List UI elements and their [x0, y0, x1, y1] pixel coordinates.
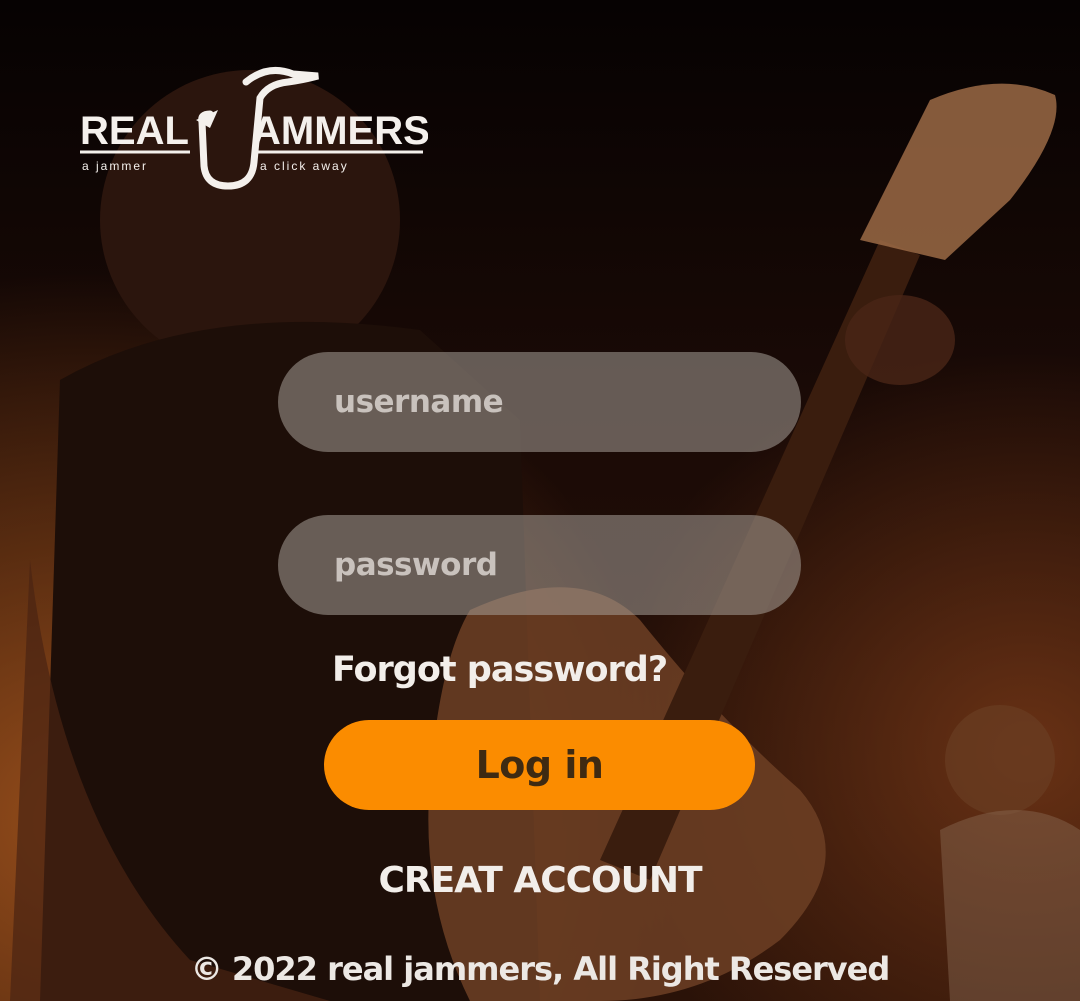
password-input[interactable]: password	[278, 515, 801, 615]
login-button[interactable]: Log in	[324, 720, 755, 810]
logo-tagline-left: a jammer	[82, 159, 148, 173]
login-button-label: Log in	[475, 743, 604, 787]
forgot-password-link[interactable]: Forgot password?	[332, 650, 668, 690]
brand-logo: REAL AMMERS a jammer a click away	[78, 62, 430, 192]
logo-text-left: REAL	[80, 109, 189, 153]
username-input[interactable]: username	[278, 352, 801, 452]
copyright-footer: © 2022 real jammers, All Right Reserved	[190, 950, 891, 988]
password-placeholder: password	[334, 547, 498, 583]
logo-text-right: AMMERS	[252, 109, 428, 153]
username-placeholder: username	[334, 384, 504, 420]
logo-tagline-right: a click away	[260, 159, 349, 173]
create-account-link[interactable]: CREAT ACCOUNT	[0, 860, 1080, 901]
